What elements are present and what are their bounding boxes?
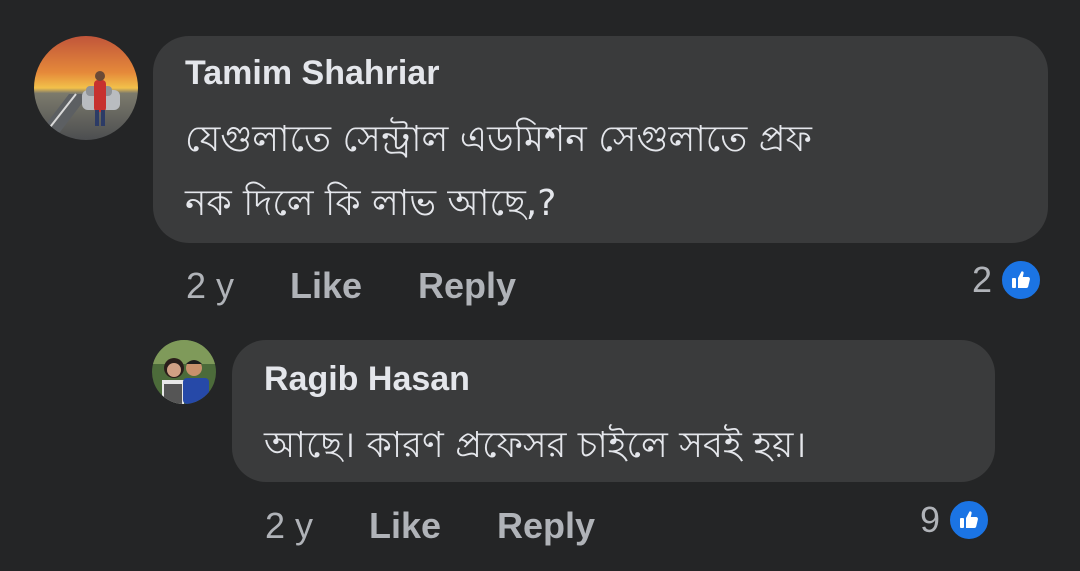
clipped-previous-content: [240, 0, 660, 4]
avatar-tamim[interactable]: [34, 36, 138, 140]
like-button[interactable]: Like: [369, 505, 441, 547]
avatar-tamim-photo: [34, 36, 138, 140]
comment-text: আছে। কারণ প্রফেসর চাইলে সবই হয়।: [264, 425, 807, 466]
comment-timestamp[interactable]: 2 y: [265, 505, 313, 547]
comment-timestamp[interactable]: 2 y: [186, 265, 234, 307]
reaction-count: 9: [920, 499, 941, 540]
reply-button[interactable]: Reply: [418, 265, 516, 307]
comment-text-line-2: নক দিলে কি লাভ আছে,?: [185, 183, 557, 224]
avatar-ragib[interactable]: [152, 340, 216, 404]
comment-bubble-tamim: Tamim Shahriar যেগুলাতে সেন্ট্রাল এডমিশন…: [153, 36, 1048, 243]
reaction-summary[interactable]: 9: [920, 499, 991, 541]
comment-text-line-1: যেগুলাতে সেন্ট্রাল এডমিশন সেগুলাতে প্রফ: [185, 119, 812, 160]
reply-button[interactable]: Reply: [497, 505, 595, 547]
avatar-ragib-photo: [152, 340, 216, 404]
comment-bubble-ragib: Ragib Hasan আছে। কারণ প্রফেসর চাইলে সবই …: [232, 340, 995, 482]
like-button[interactable]: Like: [290, 265, 362, 307]
like-thumb-icon: [1000, 259, 1043, 301]
comment-author[interactable]: Tamim Shahriar: [185, 54, 439, 93]
comment-author[interactable]: Ragib Hasan: [264, 360, 470, 399]
reaction-summary[interactable]: 2: [972, 259, 1043, 301]
reaction-count: 2: [972, 259, 993, 300]
like-thumb-icon: [948, 499, 991, 541]
